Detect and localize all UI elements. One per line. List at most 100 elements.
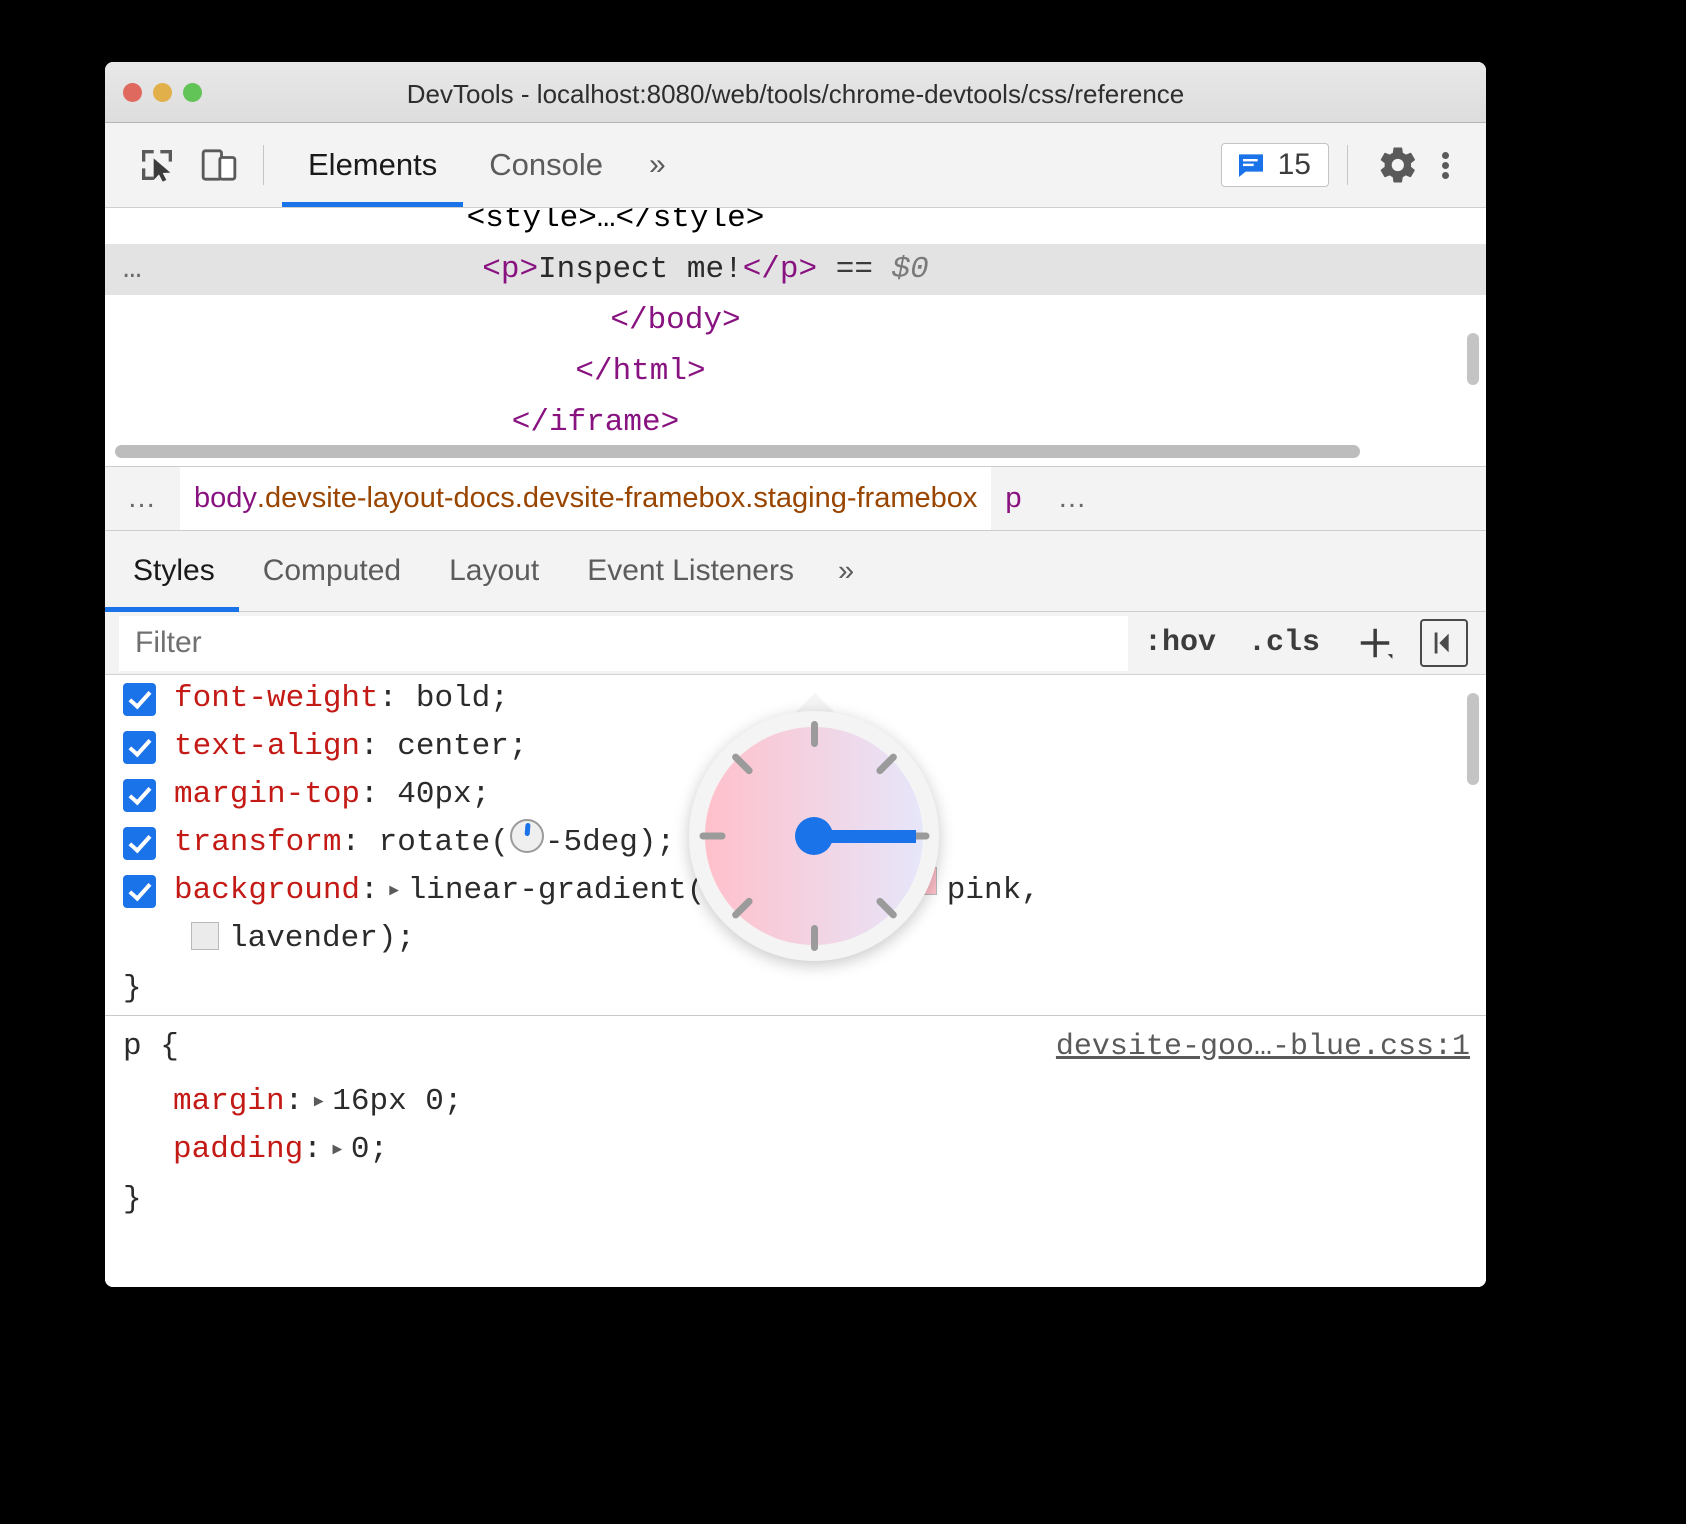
tab-layout[interactable]: Layout — [425, 531, 563, 611]
toggle-sidebar-icon[interactable] — [1420, 619, 1468, 667]
declaration-colon: : — [360, 867, 379, 915]
style-rule: font-weight: bold; text-align: center; m… — [105, 675, 1486, 1015]
toggle-element-state-button[interactable]: :hov — [1128, 616, 1232, 671]
declaration-padding[interactable]: padding:▸0; — [105, 1126, 1486, 1174]
kebab-menu-icon[interactable] — [1424, 139, 1466, 191]
color-swatch-pink[interactable] — [909, 867, 937, 895]
window-title: DevTools - localhost:8080/web/tools/chro… — [105, 79, 1486, 110]
declaration-property[interactable]: background — [174, 867, 360, 915]
rotate-function-open: rotate( — [379, 819, 509, 867]
dom-row[interactable]: </html> — [105, 346, 1486, 397]
tab-styles[interactable]: Styles — [105, 531, 239, 611]
angle-clock-icon[interactable] — [510, 819, 544, 853]
transform-angle-value[interactable]: -5deg — [545, 819, 638, 867]
window-titlebar: DevTools - localhost:8080/web/tools/chro… — [105, 62, 1486, 123]
dom-tree-horizontal-scrollbar[interactable] — [115, 445, 1360, 458]
dom-open-tag: <p> — [482, 252, 538, 287]
gradient-color-1[interactable]: pink — [947, 867, 1021, 915]
message-count-label: 15 — [1278, 148, 1311, 182]
new-style-rule-button[interactable] — [1336, 616, 1408, 671]
declaration-checkbox[interactable] — [123, 731, 156, 764]
breadcrumb-item-p[interactable]: p — [991, 467, 1035, 530]
message-bubble-icon — [1235, 149, 1267, 181]
rule-close-brace: } — [105, 1174, 1486, 1226]
declaration-value[interactable]: bold — [416, 675, 490, 723]
dom-row[interactable]: </body> — [105, 295, 1486, 346]
breadcrumb-item-body[interactable]: body.devsite-layout-docs.devsite-framebo… — [180, 467, 991, 530]
declaration-value[interactable]: 0 — [351, 1126, 370, 1174]
panel-tabs-overflow-icon[interactable]: » — [629, 123, 686, 207]
expand-triangle-icon[interactable]: ▸ — [303, 1078, 332, 1126]
tab-elements[interactable]: Elements — [282, 123, 463, 207]
breadcrumb-node-classes: .devsite-layout-docs.devsite-framebox.st… — [257, 482, 978, 515]
dom-row-selected[interactable]: … <p>Inspect me!</p> == $0 — [105, 244, 1486, 295]
dom-row-style-clipped: <style>…</style> — [105, 208, 1486, 230]
expand-triangle-icon[interactable]: ▸ — [322, 1126, 351, 1174]
linear-gradient-open: linear-gradient( — [408, 867, 706, 915]
dom-text-node: Inspect me! — [538, 252, 743, 287]
gradient-color-2[interactable]: lavender — [229, 921, 378, 956]
declaration-value[interactable]: 40px — [397, 771, 471, 819]
breadcrumb: … body.devsite-layout-docs.devsite-frame… — [105, 466, 1486, 531]
panel-tabs: Elements Console » — [282, 123, 686, 207]
gradient-angle-value[interactable]: 0.25turn — [741, 867, 890, 915]
dom-row-ellipsis: … — [123, 244, 144, 295]
toggle-class-editor-button[interactable]: .cls — [1232, 616, 1336, 671]
inspect-cursor-icon[interactable] — [131, 139, 183, 191]
expand-triangle-icon[interactable]: ▸ — [379, 867, 408, 915]
breadcrumb-overflow-left[interactable]: … — [105, 467, 180, 530]
declaration-background[interactable]: background:▸linear-gradient( 0.25turn, pi… — [105, 867, 1486, 963]
declaration-property[interactable]: font-weight — [174, 675, 379, 723]
declaration-property[interactable]: transform — [174, 819, 341, 867]
dom-tree-vertical-scrollbar[interactable] — [1467, 333, 1479, 385]
style-rule: p { devsite-goo…-blue.css:1 margin:▸16px… — [105, 1015, 1486, 1226]
search-input[interactable] — [119, 616, 1128, 671]
toolbar-right-group: 15 — [1221, 139, 1486, 191]
styles-rules-pane[interactable]: font-weight: bold; text-align: center; m… — [105, 675, 1486, 1287]
devtools-main-toolbar: Elements Console » 15 — [105, 123, 1486, 208]
declaration-font-weight[interactable]: font-weight: bold; — [105, 675, 1486, 723]
declaration-transform[interactable]: transform: rotate(-5deg); — [105, 819, 1486, 867]
dom-tree[interactable]: <style>…</style> … <p>Inspect me!</p> ==… — [105, 208, 1486, 466]
declaration-property[interactable]: text-align — [174, 723, 360, 771]
declaration-property[interactable]: margin — [173, 1078, 285, 1126]
gradient-angle-clock-icon[interactable] — [706, 867, 740, 901]
gradient-comma: , — [890, 867, 909, 915]
rotate-function-close: ); — [638, 819, 675, 867]
tab-elements-label: Elements — [308, 147, 437, 183]
gear-icon[interactable] — [1372, 139, 1424, 191]
kebab-dot — [1442, 152, 1449, 159]
declaration-value[interactable]: 16px 0 — [332, 1078, 444, 1126]
message-count-button[interactable]: 15 — [1221, 143, 1329, 187]
rule-selector[interactable]: p { — [123, 1016, 179, 1078]
dom-equals: == — [836, 252, 873, 287]
declaration-margin[interactable]: margin:▸16px 0; — [105, 1078, 1486, 1126]
dom-row[interactable]: </iframe> — [105, 397, 1486, 448]
dom-close-iframe: </iframe> — [105, 397, 1486, 448]
devtools-window: DevTools - localhost:8080/web/tools/chro… — [105, 62, 1486, 1287]
dom-close-tag: </p> — [743, 252, 817, 287]
color-swatch-lavender[interactable] — [191, 922, 219, 950]
declaration-checkbox[interactable] — [123, 683, 156, 716]
declaration-checkbox[interactable] — [123, 827, 156, 860]
sidebar-tabs-overflow-icon[interactable]: » — [818, 531, 874, 611]
declaration-margin-top[interactable]: margin-top: 40px; — [105, 771, 1486, 819]
styles-pane-scrollbar[interactable] — [1467, 693, 1479, 785]
breadcrumb-overflow-right[interactable]: … — [1036, 467, 1111, 530]
styles-filter-toolbar: :hov .cls — [105, 612, 1486, 675]
tab-console[interactable]: Console — [463, 123, 629, 207]
rule-source-link[interactable]: devsite-goo…-blue.css:1 — [1056, 1016, 1486, 1078]
declaration-checkbox[interactable] — [123, 875, 156, 908]
device-toolbar-icon[interactable] — [193, 139, 245, 191]
linear-gradient-close: ); — [378, 921, 415, 956]
declaration-checkbox[interactable] — [123, 779, 156, 812]
declaration-property[interactable]: margin-top — [174, 771, 360, 819]
tab-event-listeners-label: Event Listeners — [587, 554, 794, 588]
dom-row[interactable]: <style>…</style> — [105, 208, 1486, 244]
angle-clock-hand — [723, 882, 737, 887]
declaration-property[interactable]: padding — [173, 1126, 303, 1174]
declaration-text-align[interactable]: text-align: center; — [105, 723, 1486, 771]
tab-event-listeners[interactable]: Event Listeners — [563, 531, 818, 611]
declaration-value[interactable]: center — [397, 723, 509, 771]
tab-computed[interactable]: Computed — [239, 531, 425, 611]
